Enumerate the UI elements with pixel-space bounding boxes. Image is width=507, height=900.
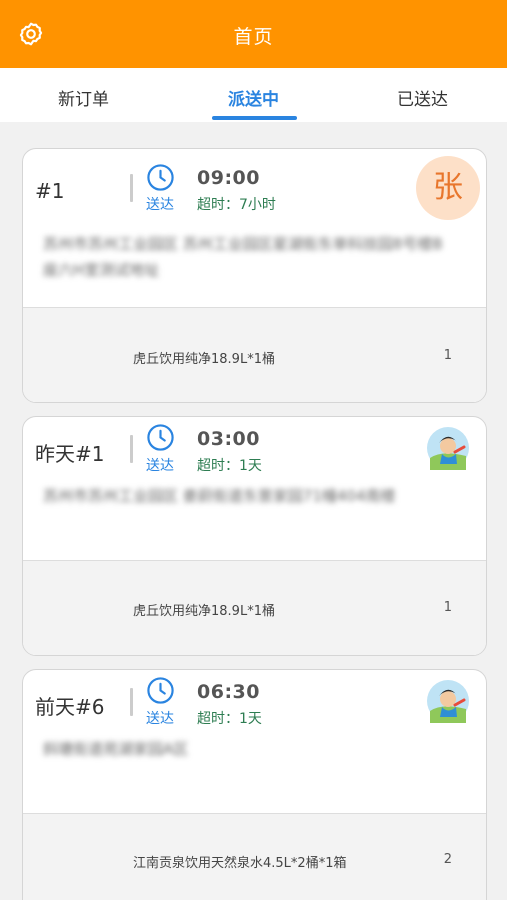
order-address: 苏州市苏州工业园区 娄葑街道东景家园71幢404南楼: [43, 487, 396, 505]
order-number: 昨天#1: [35, 442, 105, 466]
order-number: 前天#6: [35, 695, 105, 719]
item-quantity: 1: [443, 348, 452, 363]
order-card[interactable]: 昨天#1 送达 03:00 超时：1天 苏州市苏州工业园区 娄葑街道东景家园71…: [22, 416, 487, 656]
order-items: 虎丘饮用纯净18.9L*1桶 1: [23, 307, 486, 402]
delivery-time: 09:00: [197, 167, 260, 189]
delivery-status: 送达: [146, 711, 174, 727]
delivery-time: 06:30: [197, 681, 260, 703]
avatar: [427, 427, 469, 470]
tab-bar: 新订单 派送中 已送达: [0, 68, 507, 122]
overdue-text: 超时：1天: [197, 458, 262, 474]
order-card[interactable]: #1 送达 09:00 超时：7小时 张 苏州市苏州工业园区 苏州工业园区星湖街…: [22, 148, 487, 403]
overdue-text: 超时：1天: [197, 711, 262, 727]
item-quantity: 2: [443, 852, 452, 867]
item-name: 虎丘饮用纯净18.9L*1桶: [133, 352, 275, 367]
order-number: #1: [35, 179, 65, 203]
active-tab-indicator: [212, 116, 297, 120]
page-title: 首页: [233, 26, 274, 48]
clock-icon: [147, 677, 174, 704]
overdue-text: 超时：7小时: [197, 197, 276, 213]
item-quantity: 1: [443, 600, 452, 615]
divider: [130, 688, 133, 716]
order-address: 苏州市苏州工业园区 苏州工业园区星湖街东单科技园8号楼B座六H室测试地址: [43, 235, 443, 279]
order-items: 江南贡泉饮用天然泉水4.5L*2桶*1箱 2: [23, 813, 486, 900]
divider: [130, 435, 133, 463]
delivery-status: 送达: [146, 458, 174, 474]
item-name: 江南贡泉饮用天然泉水4.5L*2桶*1箱: [133, 856, 347, 871]
avatar: 张: [416, 156, 480, 220]
avatar: [427, 680, 469, 723]
clock-icon: [147, 424, 174, 451]
app-header: 首页: [0, 0, 507, 68]
order-items: 虎丘饮用纯净18.9L*1桶 1: [23, 560, 486, 655]
delivery-time: 03:00: [197, 428, 260, 450]
delivery-status: 送达: [146, 197, 174, 213]
clock-icon: [147, 164, 174, 191]
divider: [130, 174, 133, 202]
tab-delivered[interactable]: 已送达: [397, 85, 448, 110]
item-name: 虎丘饮用纯净18.9L*1桶: [133, 604, 275, 619]
tab-new-orders[interactable]: 新订单: [58, 85, 109, 110]
tab-delivering[interactable]: 派送中: [228, 85, 279, 110]
order-card[interactable]: 前天#6 送达 06:30 超时：1天 斜塘街道苑湖家园A区 江南贡泉饮用天然泉…: [22, 669, 487, 900]
order-address: 斜塘街道苑湖家园A区: [43, 740, 189, 758]
